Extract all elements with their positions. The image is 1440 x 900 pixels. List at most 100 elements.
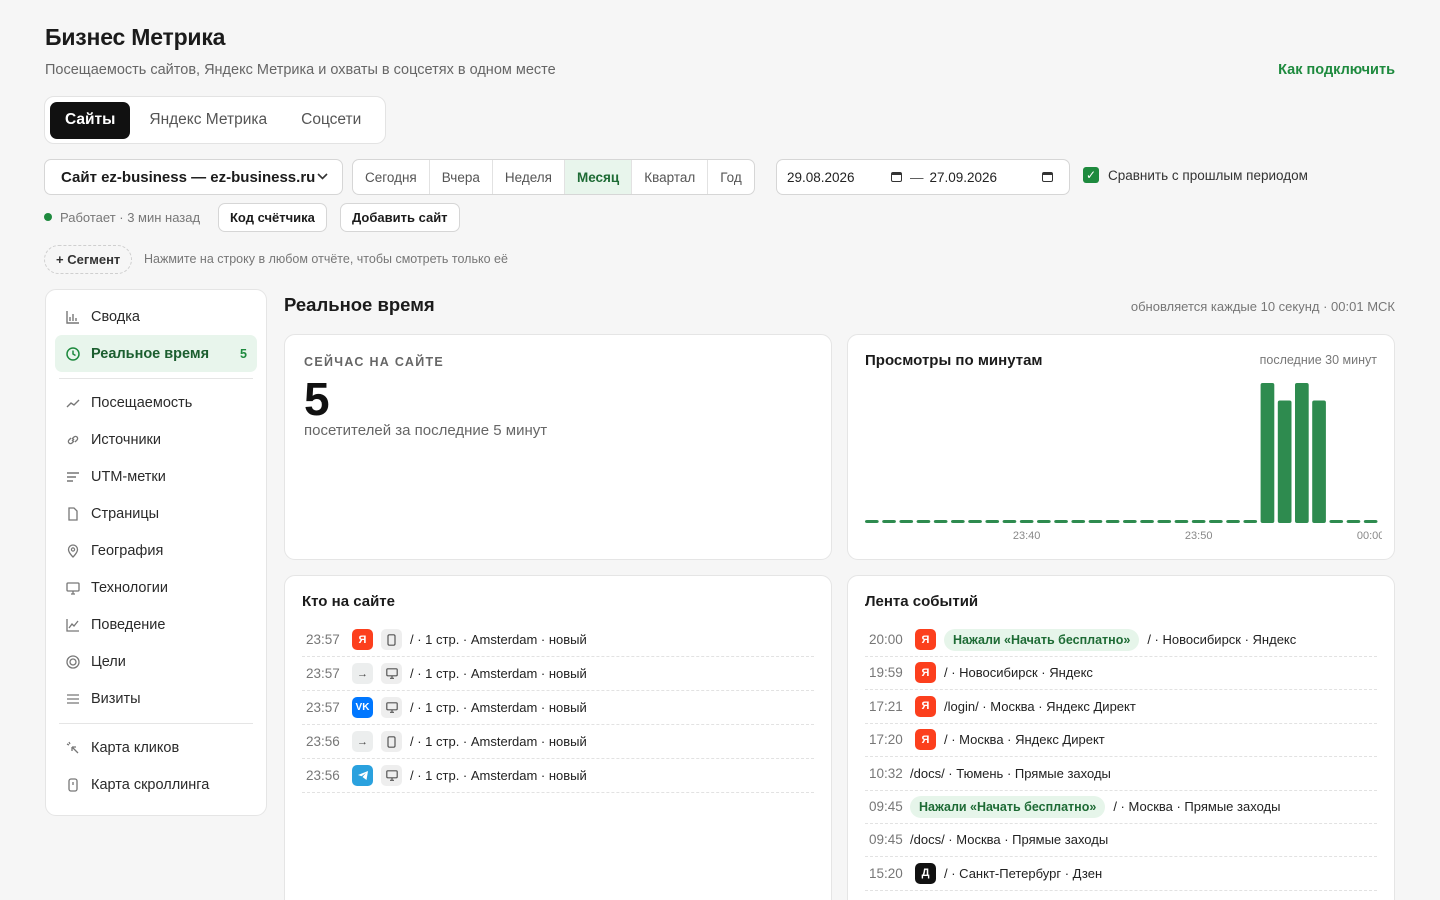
howto-link[interactable]: Как подключить [1278, 62, 1395, 78]
chart-bar[interactable] [1157, 520, 1172, 523]
event-details: / · Санкт-Петербург · Дзен [944, 865, 1103, 881]
yandex-icon: Я [915, 695, 936, 717]
chart-bar[interactable] [968, 520, 982, 523]
chart-bar[interactable] [1277, 400, 1292, 524]
chart-bar[interactable] [951, 520, 965, 523]
date-range: 29.08.2026 — 27.09.2026 [776, 159, 1070, 195]
event-time: 09:45 [869, 799, 903, 814]
date-to-field[interactable]: 27.09.2026 [930, 170, 1042, 185]
sidebar-item-visits[interactable]: Визиты [55, 680, 257, 717]
chart-bar[interactable] [1123, 520, 1137, 523]
app-subtitle: Посещаемость сайтов, Яндекс Метрика и ох… [45, 62, 556, 78]
add-segment-button[interactable]: + Сегмент [44, 245, 133, 274]
chart-bar[interactable] [1243, 520, 1258, 523]
chart-bar[interactable] [1363, 520, 1378, 523]
period-today[interactable]: Сегодня [353, 160, 430, 194]
sidebar-item-tech[interactable]: Технологии [55, 569, 257, 606]
chart-bar[interactable] [1088, 520, 1103, 523]
event-details: / · Москва · Прямые заходы [1113, 799, 1281, 814]
event-row[interactable]: 10:32/docs/ · Тюмень · Прямые заходы [865, 757, 1377, 791]
sidebar-item-geo[interactable]: География [55, 532, 257, 569]
visitor-row[interactable]: 23:56 / · 1 стр. · Amsterdam · новый [302, 759, 814, 793]
chart-bar[interactable] [1071, 520, 1086, 523]
period-year[interactable]: Год [708, 160, 754, 194]
event-time: 17:21 [869, 698, 903, 714]
chart-bar[interactable] [1191, 520, 1206, 523]
add-site-button[interactable]: Добавить сайт [340, 203, 460, 232]
chart-bar[interactable] [1209, 520, 1223, 523]
event-row[interactable]: 20:00 Я Нажали «Начать бесплатно» / · Новос… [865, 623, 1377, 657]
chart-bar[interactable] [1019, 520, 1034, 523]
chart-bar[interactable] [1260, 383, 1275, 523]
now-on-site-value: 5 [304, 373, 330, 425]
event-row[interactable]: 17:20 Я / · Москва · Яндекс Директ [865, 723, 1377, 758]
views-bar-chart: 23:40 23:50 00:00 [865, 383, 1382, 542]
sidebar-item-goals[interactable]: Цели [55, 643, 257, 680]
date-from-field[interactable]: 29.08.2026 [787, 170, 891, 185]
visit-details: / · 1 стр. · Amsterdam · новый [410, 734, 587, 749]
period-yesterday[interactable]: Вчера [430, 160, 493, 194]
chart-bar[interactable] [933, 520, 948, 523]
sidebar-item-realtime[interactable]: Реальное время 5 [55, 335, 257, 372]
event-details: / · Москва · Яндекс Директ [944, 732, 1105, 748]
tab-social[interactable]: Соцсети [286, 102, 376, 139]
calendar-icon[interactable] [891, 172, 902, 182]
sidebar-item-pages[interactable]: Страницы [55, 495, 257, 532]
event-details: / · Новосибирск · Яндекс [944, 665, 1093, 681]
desktop-icon [381, 697, 402, 718]
visit-details: / · 1 стр. · Amsterdam · новый [410, 700, 587, 715]
calendar-icon[interactable] [1041, 172, 1053, 182]
sidebar-item-sources[interactable]: Источники [55, 421, 257, 458]
event-details: /login/ · Москва · Яндекс Директ [944, 698, 1136, 714]
tab-yandex-metrika[interactable]: Яндекс Метрика [134, 102, 282, 139]
chart-bar[interactable] [1329, 520, 1344, 523]
telegram-icon [352, 765, 373, 786]
chart-bar[interactable] [1105, 520, 1120, 523]
chart-bar[interactable] [865, 520, 879, 523]
event-time: 17:20 [869, 732, 903, 748]
counter-code-button[interactable]: Код счётчика [218, 203, 327, 232]
chart-bar[interactable] [985, 520, 1000, 523]
sidebar-item-utm[interactable]: UTM-метки [55, 458, 257, 495]
chart-bar[interactable] [1226, 520, 1240, 523]
visitor-row[interactable]: 23:56 → / · 1 стр. · Amsterdam · новый [302, 725, 814, 759]
chart-bar[interactable] [1312, 400, 1326, 524]
sidebar-item-traffic[interactable]: Посещаемость [55, 384, 257, 421]
target-icon [65, 654, 81, 670]
chart-bar[interactable] [1140, 520, 1154, 523]
chart-bar[interactable] [1346, 520, 1361, 523]
site-select[interactable]: Сайт ez-business — ez-business.ru [44, 159, 343, 195]
sidebar-item-behavior[interactable]: Поведение [55, 606, 257, 643]
tab-sites[interactable]: Сайты [50, 101, 131, 139]
chart-bar[interactable] [1174, 520, 1189, 523]
event-row[interactable]: 09:45 Нажали «Начать бесплатно» / · Москва… [865, 790, 1377, 824]
period-week[interactable]: Неделя [493, 160, 565, 194]
chart-bar[interactable] [1295, 383, 1309, 523]
chart-bar[interactable] [1037, 520, 1051, 523]
event-details: /docs/ · Москва · Прямые заходы [910, 832, 1109, 848]
visitor-row[interactable]: 23:57 → / · 1 стр. · Amsterdam · новый [302, 657, 814, 691]
lines-icon [65, 469, 81, 485]
chart-bar[interactable] [1002, 520, 1017, 523]
event-row[interactable]: 15:20 Д / · Санкт-Петербург · Дзен [865, 857, 1377, 891]
chart-bar[interactable] [1054, 520, 1068, 523]
chart-bar[interactable] [899, 520, 914, 523]
realtime-count-badge: 5 [240, 346, 247, 361]
chart-range: последние 30 минут [1259, 353, 1377, 367]
compare-toggle[interactable]: ✓ Сравнить с прошлым периодом [1083, 167, 1308, 183]
period-month[interactable]: Месяц [564, 160, 633, 194]
event-row[interactable]: 17:21 Я/login/ · Москва · Яндекс Директ [865, 690, 1377, 724]
event-row[interactable]: 09:45/docs/ · Москва · Прямые заходы [865, 823, 1377, 858]
sidebar-item-label: Сводка [91, 308, 140, 325]
visitor-row[interactable]: 23:57 VK / · 1 стр. · Amsterdam · новый [302, 691, 814, 725]
sidebar-item-scroll-map[interactable]: Карта скроллинга [55, 766, 257, 803]
period-quarter[interactable]: Квартал [632, 160, 709, 194]
chart-bar[interactable] [916, 520, 931, 523]
sidebar-item-click-map[interactable]: Карта кликов [55, 729, 257, 766]
visitor-row[interactable]: 23:57 Я / · 1 стр. · Amsterdam · новый [302, 623, 814, 657]
chart-bar[interactable] [882, 520, 896, 523]
compare-checkbox[interactable]: ✓ [1083, 167, 1099, 183]
bar-chart-icon [65, 309, 81, 325]
sidebar-item-summary[interactable]: Сводка [55, 298, 257, 335]
event-row[interactable]: 19:59 Я / · Новосибирск · Яндекс [865, 656, 1377, 691]
